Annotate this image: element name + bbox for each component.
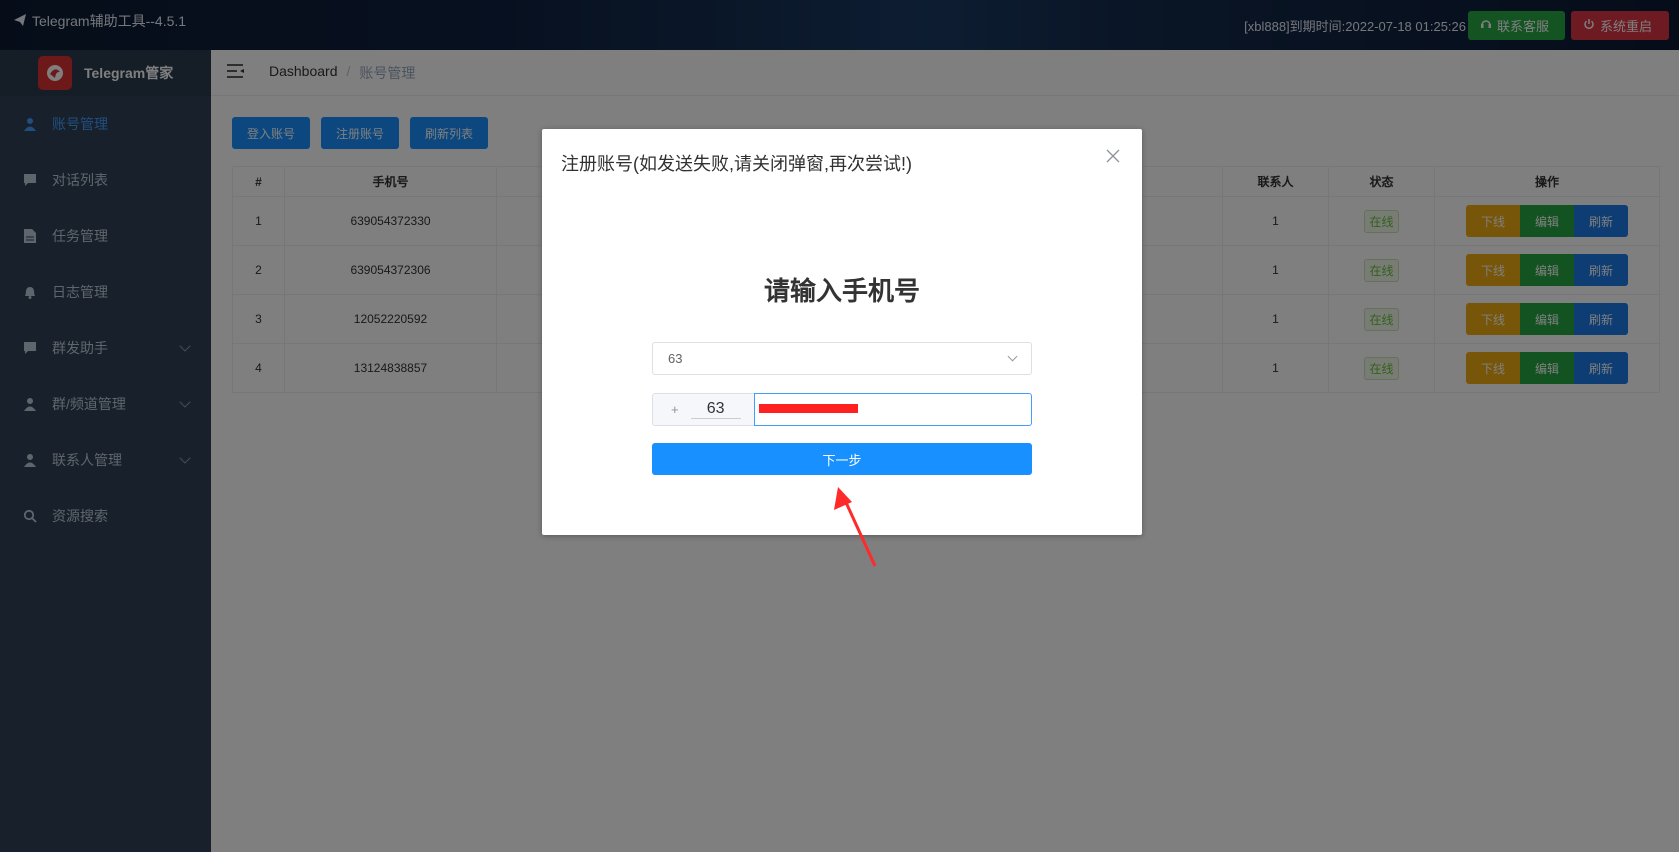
plus-sign: +	[671, 402, 679, 417]
register-dialog: 注册账号(如发送失败,请关闭弹窗,再次尝试!) 请输入手机号 63 + 63 下…	[542, 129, 1142, 535]
next-step-button[interactable]: 下一步	[652, 443, 1032, 475]
dialog-heading: 请输入手机号	[763, 276, 920, 306]
redaction-mark	[759, 404, 858, 413]
country-code-prefix: + 63	[652, 393, 754, 426]
country-select-value: 63	[668, 351, 683, 366]
chevron-down-icon	[1007, 351, 1018, 362]
country-select[interactable]: 63	[652, 342, 1032, 375]
close-icon[interactable]	[1106, 149, 1122, 165]
phone-number-input[interactable]	[754, 393, 1032, 426]
phone-input-group: + 63	[652, 393, 1032, 426]
annotation-arrow-icon	[834, 487, 877, 567]
dialog-title: 注册账号(如发送失败,请关闭弹窗,再次尝试!)	[561, 154, 912, 174]
country-code-input[interactable]: 63	[690, 400, 741, 419]
